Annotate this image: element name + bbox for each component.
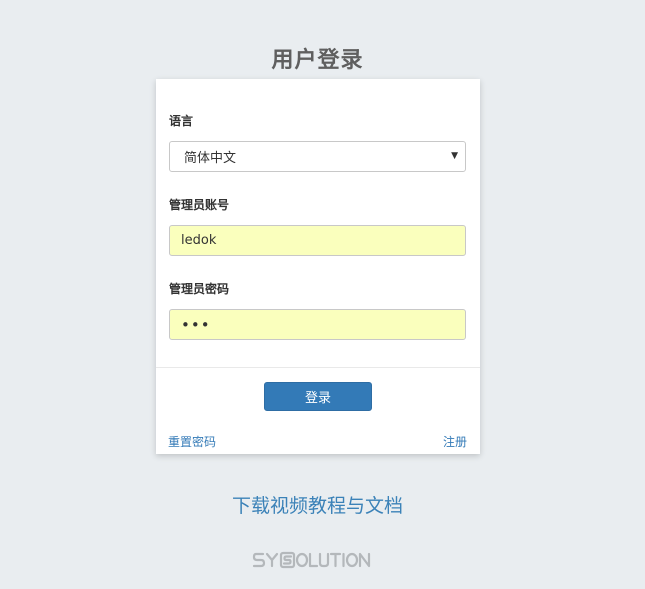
register-link[interactable]: 注册 — [443, 433, 467, 450]
page-title: 用户登录 — [271, 48, 364, 73]
card-divider — [156, 367, 480, 368]
sysolution-logo — [252, 551, 371, 569]
reset-password-link[interactable]: 重置密码 — [168, 433, 216, 450]
password-input[interactable]: ••• — [169, 309, 466, 340]
account-label: 管理员账号 — [169, 198, 230, 212]
language-label: 语言 — [169, 114, 194, 128]
language-select-value: 简体中文 — [184, 151, 237, 166]
login-card: 语言 简体中文 ▼ 管理员账号 ledok 管理员密码 ••• 登录 重置密码 … — [156, 79, 480, 454]
language-select[interactable]: 简体中文 ▼ — [169, 141, 466, 172]
download-docs-link[interactable]: 下载视频教程与文档 — [0, 491, 635, 518]
account-input[interactable]: ledok — [169, 225, 466, 256]
password-input-value: ••• — [181, 315, 211, 334]
login-button[interactable]: 登录 — [264, 382, 372, 411]
chevron-down-icon: ▼ — [451, 151, 458, 161]
password-label: 管理员密码 — [169, 282, 230, 296]
account-input-value: ledok — [181, 233, 217, 248]
